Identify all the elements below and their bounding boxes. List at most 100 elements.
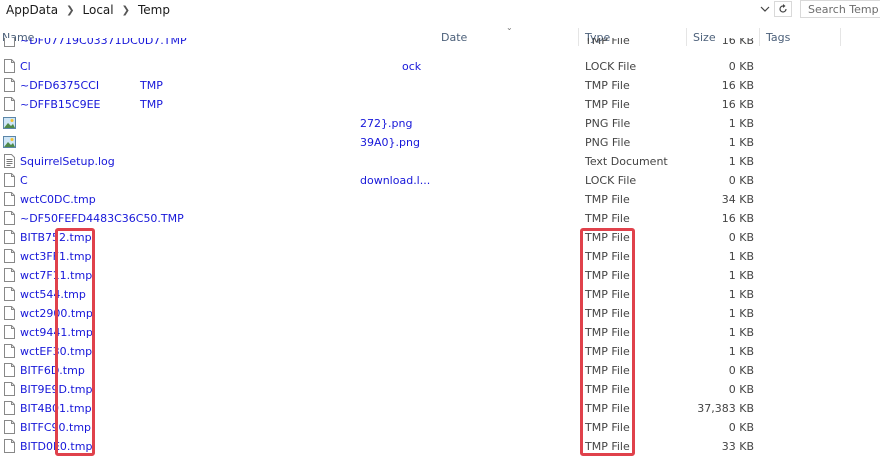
file-name: wct2900.tmp (20, 307, 93, 320)
file-name-tail: 39A0}.png (360, 136, 420, 149)
file-row[interactable]: C download.l... LOCK File 0 KB (0, 171, 880, 190)
file-size: 34 KB (721, 193, 754, 206)
file-row[interactable]: wctC0DC.tmp TMP File 34 KB (0, 190, 880, 209)
file-size: 33 KB (721, 440, 754, 453)
refresh-icon[interactable] (774, 1, 792, 17)
file-icon (4, 249, 15, 263)
file-size: 16 KB (721, 212, 754, 225)
file-size: 1 KB (728, 117, 754, 130)
file-type: TMP File (585, 98, 630, 111)
file-row[interactable]: 272}.png PNG File 1 KB (0, 114, 880, 133)
file-size: 0 KB (728, 174, 754, 187)
file-name-tail: ock (402, 60, 422, 73)
breadcrumb-temp[interactable]: Temp (138, 3, 170, 17)
file-row[interactable]: ~DF50FEFD4483C36C50.TMP TMP File 16 KB (0, 209, 880, 228)
file-size: 16 KB (721, 38, 754, 47)
file-row[interactable]: ~DFFB15C9EE TMP TMP File 16 KB (0, 95, 880, 114)
file-type: TMP File (585, 383, 630, 396)
file-name: wct9441.tmp (20, 326, 93, 339)
file-type: TMP File (585, 326, 630, 339)
chevron-down-icon[interactable] (756, 1, 774, 17)
file-icon (4, 97, 15, 111)
image-file-icon (3, 117, 16, 129)
file-type: PNG File (585, 136, 631, 149)
file-icon (4, 78, 15, 92)
file-size: 16 KB (721, 79, 754, 92)
file-type: TMP File (585, 288, 630, 301)
file-type: TMP File (585, 193, 630, 206)
file-icon (4, 344, 15, 358)
file-row[interactable]: BITF6D.tmp TMP File 0 KB (0, 361, 880, 380)
file-icon (4, 401, 15, 415)
file-name: BITF6D.tmp (20, 364, 85, 377)
file-name: wct7F11.tmp (20, 269, 93, 282)
file-row[interactable]: ~DF07719C03371DC0D7.TMP TMP File 16 KB (0, 38, 880, 50)
file-size: 1 KB (728, 250, 754, 263)
file-type: TMP File (585, 231, 630, 244)
file-name: BITFC90.tmp (20, 421, 92, 434)
file-size: 1 KB (728, 269, 754, 282)
file-row[interactable]: SquirrelSetup.log Text Document 1 KB (0, 152, 880, 171)
file-row[interactable]: 39A0}.png PNG File 1 KB (0, 133, 880, 152)
chevron-right-icon[interactable]: ❯ (66, 5, 74, 16)
file-type: TMP File (585, 345, 630, 358)
file-name: wct544.tmp (20, 288, 86, 301)
file-name: BITD0E0.tmp (20, 440, 93, 453)
file-type: TMP File (585, 250, 630, 263)
file-name-mid: TMP (140, 79, 163, 92)
file-icon (4, 439, 15, 453)
file-name: ~DF07719C03371DC0D7.TMP (20, 38, 187, 47)
file-icon (4, 173, 15, 187)
file-size: 0 KB (728, 383, 754, 396)
sort-chevron-icon: ⌄ (506, 23, 513, 32)
file-size: 1 KB (728, 307, 754, 320)
file-type: TMP File (585, 440, 630, 453)
file-type: TMP File (585, 38, 630, 47)
file-type: TMP File (585, 269, 630, 282)
file-row[interactable]: wct9441.tmp TMP File 1 KB (0, 323, 880, 342)
search-input[interactable]: Search Temp (800, 0, 880, 18)
file-row[interactable]: wct3FF1.tmp TMP File 1 KB (0, 247, 880, 266)
image-file-icon (3, 136, 16, 148)
breadcrumb: AppData ❯ Local ❯ Temp (6, 2, 170, 18)
file-row[interactable]: Cl ock LOCK File 0 KB (0, 57, 880, 76)
file-icon (4, 382, 15, 396)
file-type: TMP File (585, 212, 630, 225)
file-type: PNG File (585, 117, 631, 130)
file-name: C (20, 174, 28, 187)
chevron-right-icon[interactable]: ❯ (122, 5, 130, 16)
file-size: 16 KB (721, 98, 754, 111)
file-row[interactable]: BITB752.tmp TMP File 0 KB (0, 228, 880, 247)
file-icon (4, 192, 15, 206)
file-name-tail: 272}.png (360, 117, 413, 130)
file-name: BIT9E9D.tmp (20, 383, 93, 396)
file-type: TMP File (585, 364, 630, 377)
file-icon (4, 211, 15, 225)
file-icon (4, 363, 15, 377)
file-name-tail: download.l... (360, 174, 431, 187)
file-size: 1 KB (728, 345, 754, 358)
file-icon (4, 59, 15, 73)
file-row[interactable]: BIT9E9D.tmp TMP File 0 KB (0, 380, 880, 399)
address-bar: AppData ❯ Local ❯ Temp Search Temp (0, 0, 880, 20)
breadcrumb-appdata[interactable]: AppData (6, 3, 58, 17)
file-name-mid: TMP (140, 98, 163, 111)
file-icon (4, 287, 15, 301)
file-size: 0 KB (728, 60, 754, 73)
file-size: 1 KB (728, 155, 754, 168)
breadcrumb-local[interactable]: Local (83, 3, 114, 17)
file-row[interactable]: wct544.tmp TMP File 1 KB (0, 285, 880, 304)
file-name: Cl (20, 60, 31, 73)
file-type: LOCK File (585, 174, 637, 187)
file-row[interactable]: wctEF30.tmp TMP File 1 KB (0, 342, 880, 361)
file-row[interactable]: BITD0E0.tmp TMP File 33 KB (0, 437, 880, 456)
file-row[interactable]: BITFC90.tmp TMP File 0 KB (0, 418, 880, 437)
file-row[interactable]: wct2900.tmp TMP File 1 KB (0, 304, 880, 323)
file-row[interactable]: BIT4B01.tmp TMP File 37,383 KB (0, 399, 880, 418)
file-size: 1 KB (728, 288, 754, 301)
file-name: wctC0DC.tmp (20, 193, 96, 206)
file-icon (4, 38, 15, 47)
file-row[interactable]: wct7F11.tmp TMP File 1 KB (0, 266, 880, 285)
file-icon (4, 230, 15, 244)
file-row[interactable]: ~DFD6375CCI TMP TMP File 16 KB (0, 76, 880, 95)
